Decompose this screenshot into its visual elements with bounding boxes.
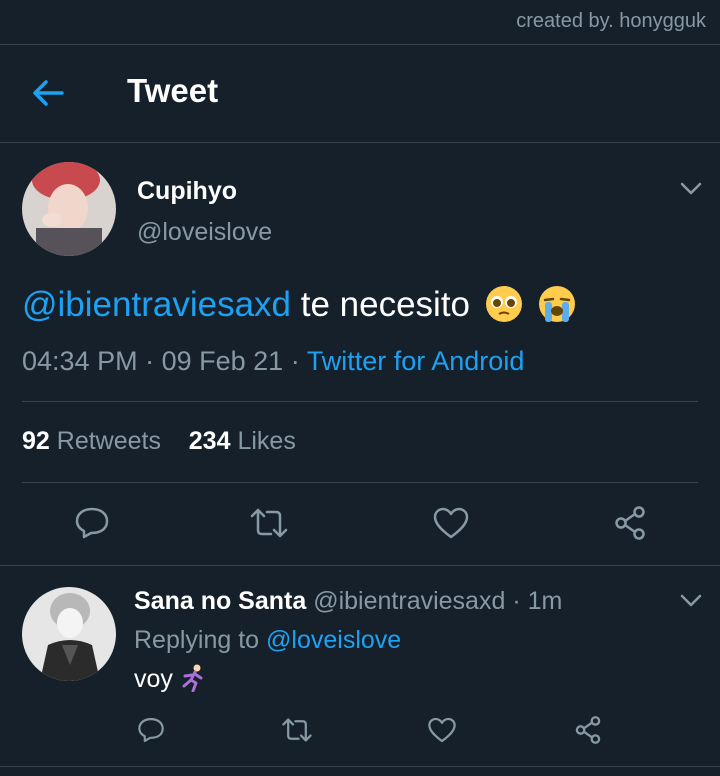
meta-separator: ·	[290, 346, 300, 376]
retweets-stat[interactable]: 92 Retweets	[22, 427, 161, 455]
header: Tweet	[0, 44, 720, 142]
mention-link[interactable]: @ibientraviesaxd	[22, 285, 291, 324]
retweets-label: Retweets	[56, 427, 161, 455]
divider	[0, 766, 720, 767]
author-name[interactable]: Cupihyo	[137, 177, 237, 206]
loudly-crying-face-emoji	[539, 286, 576, 322]
share-icon[interactable]	[612, 506, 648, 540]
likes-count: 234	[188, 427, 231, 455]
like-icon[interactable]	[427, 716, 457, 744]
avatar[interactable]	[22, 162, 116, 256]
like-icon[interactable]	[432, 506, 470, 540]
author-handle[interactable]: @loveislove	[137, 218, 272, 247]
replying-to: Replying to @loveislove	[134, 626, 401, 655]
reply-body: voy	[134, 665, 173, 693]
divider	[22, 482, 698, 483]
retweet-icon[interactable]	[281, 716, 313, 744]
reply-time: 1m	[527, 587, 563, 615]
reply-text: voy	[134, 664, 208, 694]
tweet-date: 09 Feb 21	[161, 346, 284, 376]
likes-label: Likes	[237, 427, 296, 455]
chevron-down-icon[interactable]	[678, 178, 704, 198]
tweet-body: te necesito	[300, 285, 471, 324]
meta-separator: ·	[145, 346, 155, 376]
page-title: Tweet	[127, 72, 219, 109]
chevron-down-icon[interactable]	[678, 590, 704, 610]
reply-author-name[interactable]: Sana no Santa	[134, 587, 306, 615]
divider	[0, 142, 720, 143]
reply-author-handle[interactable]: @ibientraviesaxd	[313, 587, 505, 615]
tweet-meta: 04:34 PM · 09 Feb 21 · Twitter for Andro…	[22, 346, 524, 377]
credit-text: created by. honygguk	[516, 10, 706, 32]
retweets-count: 92	[22, 427, 50, 455]
retweet-icon[interactable]	[249, 506, 289, 540]
reply-icon[interactable]	[74, 506, 110, 540]
tweet-stats: 92 Retweets 234 Likes	[22, 427, 296, 456]
tweet-text: @ibientraviesaxd te necesito	[22, 284, 577, 325]
person-running-emoji	[182, 664, 203, 693]
divider	[22, 401, 698, 402]
replying-label: Replying to	[134, 626, 260, 654]
meta-separator: ·	[512, 587, 521, 615]
arrow-left-icon[interactable]	[28, 76, 68, 110]
reply-icon[interactable]	[137, 716, 165, 744]
likes-stat[interactable]: 234 Likes	[189, 427, 296, 455]
pleading-face-emoji	[485, 286, 522, 322]
reply-header: Sana no Santa @ibientraviesaxd · 1m	[134, 587, 562, 616]
avatar[interactable]	[22, 587, 116, 681]
tweet-source-link[interactable]: Twitter for Android	[307, 346, 525, 376]
replying-to-link[interactable]: @loveislove	[266, 626, 401, 654]
tweet-time: 04:34 PM	[22, 346, 138, 376]
share-icon[interactable]	[573, 716, 603, 744]
divider	[0, 565, 720, 566]
